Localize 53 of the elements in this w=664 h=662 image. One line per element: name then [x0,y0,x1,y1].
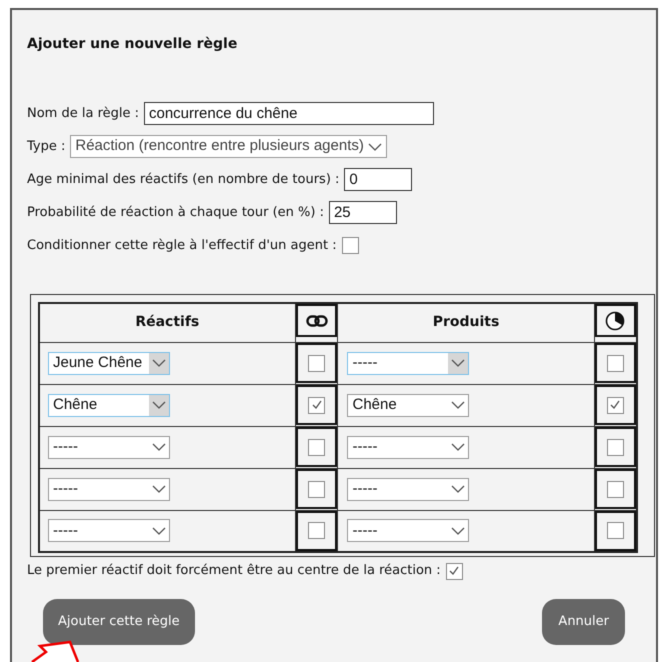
check-icon [447,564,462,578]
chevron-icon [368,142,382,152]
cancel-button[interactable]: Annuler [542,599,625,645]
checkbox[interactable] [606,396,624,414]
reactant-dropdown[interactable]: Chêne [48,394,170,416]
reactant-dropdown[interactable]: Jeune Chêne [48,352,170,374]
reactant-dropdown[interactable]: ----- [48,478,170,500]
checkbox[interactable] [606,354,624,372]
dialog-title: Ajouter une nouvelle règle [27,35,238,54]
product-dropdown[interactable]: ----- [347,519,470,542]
check-icon [608,398,622,412]
chevron-icon [152,400,166,410]
checkbox[interactable] [446,562,463,580]
checkbox[interactable] [308,522,326,540]
check-icon [310,398,324,412]
product-dropdown[interactable]: ----- [347,478,470,500]
chevron-icon [451,442,466,452]
field-label: Type : [27,138,66,156]
checkbox[interactable] [308,438,326,456]
product-dropdown[interactable]: ----- [347,436,470,458]
add-rule-button[interactable]: Ajouter cette règle [43,599,195,645]
checkbox[interactable] [308,396,326,414]
product-dropdown[interactable]: ----- [347,352,470,374]
chevron-icon [451,358,466,368]
checkbox[interactable] [308,354,326,372]
checkbox[interactable] [606,480,624,498]
chevron-icon [152,484,166,494]
product-dropdown[interactable]: Chêne [347,394,470,416]
checkbox[interactable] [606,522,624,540]
column-header: Produits [432,314,500,330]
reactant-dropdown[interactable]: ----- [48,436,170,458]
link-icon [306,314,328,326]
field-label: Age minimal des réactifs (en nombre de tours) : [27,170,340,189]
column-header: Réactifs [135,314,200,330]
chevron-icon [152,526,166,536]
name-field[interactable]: concurrence du chêne [144,102,434,125]
field-label: Probabilité de réaction à chaque tour (en %) : [27,204,324,222]
reactant-dropdown[interactable]: ----- [48,519,170,542]
chevron-icon [451,400,466,410]
age-field[interactable]: 0 [344,168,412,191]
chevron-icon [152,442,166,452]
clock-icon [605,310,626,330]
chevron-icon [451,484,466,494]
checkbox[interactable] [308,480,326,498]
checkbox[interactable] [342,237,359,254]
probability-field[interactable]: 25 [328,201,397,224]
field-label: Le premier réactif doit forcément être au centre de la réaction : [27,562,441,580]
chevron-icon [152,358,166,368]
type-dropdown[interactable]: Réaction (rencontre entre plusieurs agents) [70,135,387,158]
field-label: Nom de la règle : [27,104,139,123]
chevron-icon [451,526,466,536]
field-label: Conditionner cette règle à l'effectif d'un agent : [27,236,337,255]
checkbox[interactable] [606,438,624,456]
